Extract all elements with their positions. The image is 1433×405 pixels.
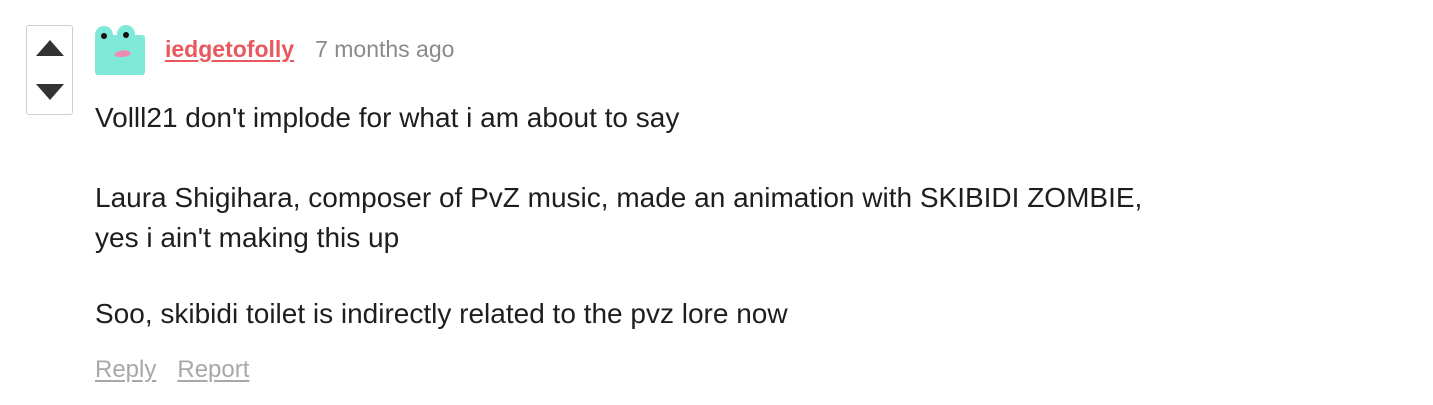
comment-paragraph: Volll21 don't implode for what i am abou… bbox=[95, 102, 680, 133]
upvote-button[interactable] bbox=[27, 26, 72, 70]
downvote-button[interactable] bbox=[27, 70, 72, 114]
comment-paragraph: Laura Shigihara, composer of PvZ music, … bbox=[95, 182, 1143, 213]
triangle-down-icon bbox=[35, 84, 64, 100]
avatar[interactable] bbox=[95, 25, 145, 75]
comment-paragraph: yes i ain't making this up bbox=[95, 222, 400, 253]
vote-controls bbox=[26, 25, 73, 115]
triangle-up-icon bbox=[35, 40, 64, 56]
comment-paragraph: Soo, skibidi toilet is indirectly relate… bbox=[95, 298, 788, 329]
comment: iedgetofolly 7 months ago Volll21 don't … bbox=[0, 0, 1433, 405]
comment-meta: iedgetofolly 7 months ago bbox=[165, 36, 454, 66]
comment-actions: Reply Report bbox=[95, 356, 270, 384]
author-link[interactable]: iedgetofolly bbox=[165, 36, 294, 63]
reply-link[interactable]: Reply bbox=[95, 356, 156, 384]
frog-avatar-icon bbox=[95, 25, 145, 75]
report-link[interactable]: Report bbox=[177, 356, 249, 384]
comment-timestamp: 7 months ago bbox=[315, 36, 455, 62]
